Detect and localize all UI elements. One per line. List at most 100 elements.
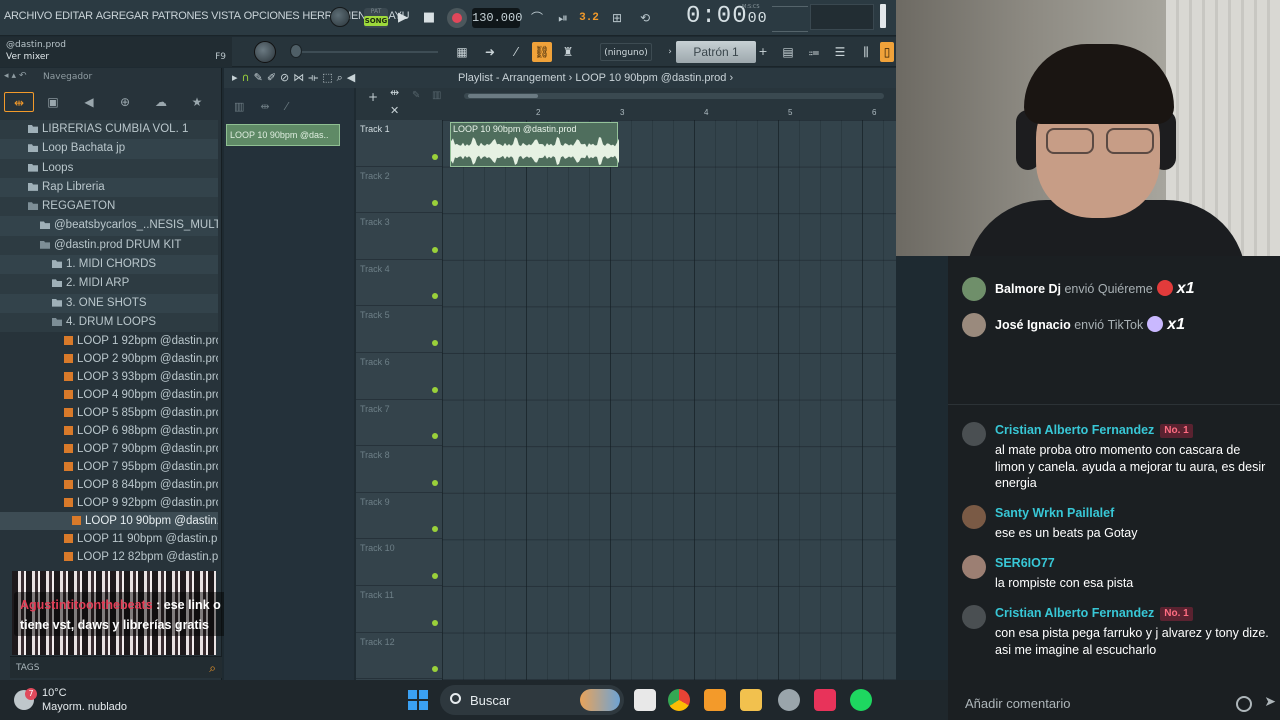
fx-icon[interactable]: ⁄	[506, 42, 526, 62]
spotify-icon[interactable]	[850, 689, 872, 711]
avatar[interactable]	[962, 605, 986, 629]
pitch-handle[interactable]	[290, 44, 302, 58]
browser-file[interactable]: LOOP 4 90bpm @dastin.prod	[0, 386, 218, 404]
channel-rack-icon[interactable]: ☰	[830, 42, 850, 62]
emoji-icon[interactable]	[1236, 696, 1252, 712]
browser-folder[interactable]: Loop Bachata jp	[0, 139, 218, 159]
arrow-right-icon[interactable]: ➜	[480, 42, 500, 62]
windows-start-icon[interactable]	[408, 690, 428, 710]
piano-icon[interactable]: ▥	[234, 100, 260, 113]
browser-file[interactable]: LOOP 10 90bpm @dastin.prod	[0, 512, 218, 531]
avatar[interactable]	[962, 555, 986, 579]
track-header[interactable]: Track 3	[356, 213, 442, 260]
track-header[interactable]: Track 9	[356, 493, 442, 540]
play-icon[interactable]: ▶	[392, 7, 414, 29]
browser-folder[interactable]: REGGAETON	[0, 197, 218, 217]
track-enable-led[interactable]	[432, 619, 438, 626]
browser-folder[interactable]: @dastin.prod DRUM KIT	[0, 235, 218, 256]
track-enable-led[interactable]	[432, 339, 438, 346]
track-header[interactable]: Track 1	[356, 120, 442, 167]
mixer-icon[interactable]: ⫼	[856, 42, 876, 62]
all-tab-icon[interactable]: ⇹	[4, 92, 34, 112]
track-enable-led[interactable]	[432, 572, 438, 579]
chrome-icon[interactable]	[668, 689, 690, 711]
track-header[interactable]: Track 6	[356, 353, 442, 400]
tempo-display[interactable]: 130.000	[472, 8, 522, 28]
browser-file[interactable]: LOOP 11 90bpm @dastin.prod	[0, 530, 218, 548]
browser-file[interactable]: LOOP 5 85bpm @dastin.prod	[0, 404, 218, 422]
taskbar-search[interactable]: Buscar	[440, 685, 624, 715]
piano-roll-icon[interactable]: ⩴	[804, 42, 824, 62]
obs-icon[interactable]	[778, 689, 800, 711]
pattern-selector[interactable]: Patrón 1	[676, 41, 756, 63]
comment-input[interactable]: Añadir comentario	[965, 696, 1071, 711]
menu-archivo[interactable]: ARCHIVO	[4, 10, 52, 22]
playlist-grid[interactable]	[442, 120, 896, 680]
track-enable-led[interactable]	[432, 246, 438, 253]
menu-vista[interactable]: VISTA	[211, 10, 241, 22]
track-header[interactable]: Track 10	[356, 539, 442, 586]
cloud-tab-icon[interactable]: ☁	[146, 92, 176, 112]
nav-arrows-icon[interactable]: ◂▴↶	[4, 71, 30, 81]
track-enable-led[interactable]	[432, 153, 438, 160]
snap-step-icon[interactable]: 3.2	[578, 7, 600, 29]
file-explorer-icon[interactable]	[740, 689, 762, 711]
select-icon[interactable]: ⬚	[322, 71, 336, 84]
pat-song-toggle[interactable]: PAT SONG	[364, 8, 388, 28]
browser-file[interactable]: LOOP 1 92bpm @dastin.prod	[0, 332, 218, 350]
browser-folder[interactable]: 2. MIDI ARP	[0, 274, 218, 294]
track-enable-led[interactable]	[432, 433, 438, 440]
slip-icon[interactable]: ⟛	[308, 71, 322, 84]
mute-icon[interactable]: ⋈	[293, 71, 308, 84]
browser-file[interactable]: LOOP 2 90bpm @dastin.prod	[0, 350, 218, 368]
automation-icon[interactable]: ⁄	[286, 100, 304, 113]
loop-record-icon[interactable]: ⟲	[634, 7, 656, 29]
scrollbar-thumb[interactable]	[468, 94, 538, 98]
timeline-ruler[interactable]: 2 3 4 5 6	[442, 108, 896, 120]
track-header[interactable]: Track 7	[356, 400, 442, 447]
tiktok-icon[interactable]	[814, 689, 836, 711]
zoom-icon[interactable]: ⌕	[337, 71, 347, 84]
browser-folder[interactable]: Rap Libreria	[0, 177, 218, 198]
stop-icon[interactable]: ■	[418, 7, 440, 29]
current-project-tab-icon[interactable]: ▣	[38, 92, 68, 112]
file-window-icon[interactable]	[634, 689, 656, 711]
pencil-small-icon[interactable]: ✎	[412, 90, 420, 101]
typing-keyboard-icon[interactable]: ▦	[452, 42, 472, 62]
playback-icon[interactable]: ◀	[347, 71, 359, 84]
track-enable-led[interactable]	[432, 666, 438, 673]
main-volume-knob[interactable]	[254, 41, 276, 63]
track-enable-led[interactable]	[432, 293, 438, 300]
clip-source-item[interactable]: LOOP 10 90bpm @das..	[226, 124, 340, 146]
magnet-icon[interactable]: ∩	[242, 71, 254, 84]
favorites-tab-icon[interactable]: ★	[182, 92, 212, 112]
presets-tab-icon[interactable]: ⊕	[110, 92, 140, 112]
pencil-icon[interactable]: ✎	[254, 71, 267, 84]
wait-input-icon[interactable]: ⏯	[552, 7, 574, 29]
track-header[interactable]: Track 8	[356, 446, 442, 493]
step-edit-icon[interactable]: ⊞	[606, 7, 628, 29]
browser-file[interactable]: LOOP 6 98bpm @dastin.prod	[0, 422, 218, 440]
search-icon[interactable]: ⌕	[209, 657, 216, 679]
track-enable-led[interactable]	[432, 479, 438, 486]
browser-folder[interactable]: LIBRERIAS CUMBIA VOL. 1	[0, 120, 218, 140]
browser-file[interactable]: LOOP 3 93bpm @dastin.prod	[0, 368, 218, 386]
browser-folder[interactable]: @beatsbycarlos_..NESIS_MULTI KEY	[0, 216, 218, 236]
menu-patrones[interactable]: PATRONES	[152, 10, 209, 22]
browser-file[interactable]: LOOP 9 92bpm @dastin.prod	[0, 494, 218, 512]
avatar[interactable]	[962, 422, 986, 446]
track-header[interactable]: Track 5	[356, 306, 442, 353]
browser-file[interactable]: LOOP 7 90bpm @dastin.prod	[0, 440, 218, 458]
link-icon[interactable]: ⛓	[532, 42, 552, 62]
track-header[interactable]: Track 4	[356, 260, 442, 307]
track-header[interactable]: Track 2	[356, 167, 442, 214]
metronome-icon[interactable]: ⌒	[526, 7, 548, 29]
paint-icon[interactable]: ✐	[267, 71, 280, 84]
browser-file[interactable]: LOOP 12 82bpm @dastin.prod	[0, 548, 218, 566]
menu-editar[interactable]: EDITAR	[55, 10, 93, 22]
browser-folder[interactable]: 1. MIDI CHORDS	[0, 255, 218, 275]
track-header[interactable]: Track 11	[356, 586, 442, 633]
menu-opciones[interactable]: OPCIONES	[244, 10, 300, 22]
browser-icon[interactable]: ▯	[880, 42, 894, 62]
resize-icon[interactable]: ⇹	[390, 86, 399, 99]
